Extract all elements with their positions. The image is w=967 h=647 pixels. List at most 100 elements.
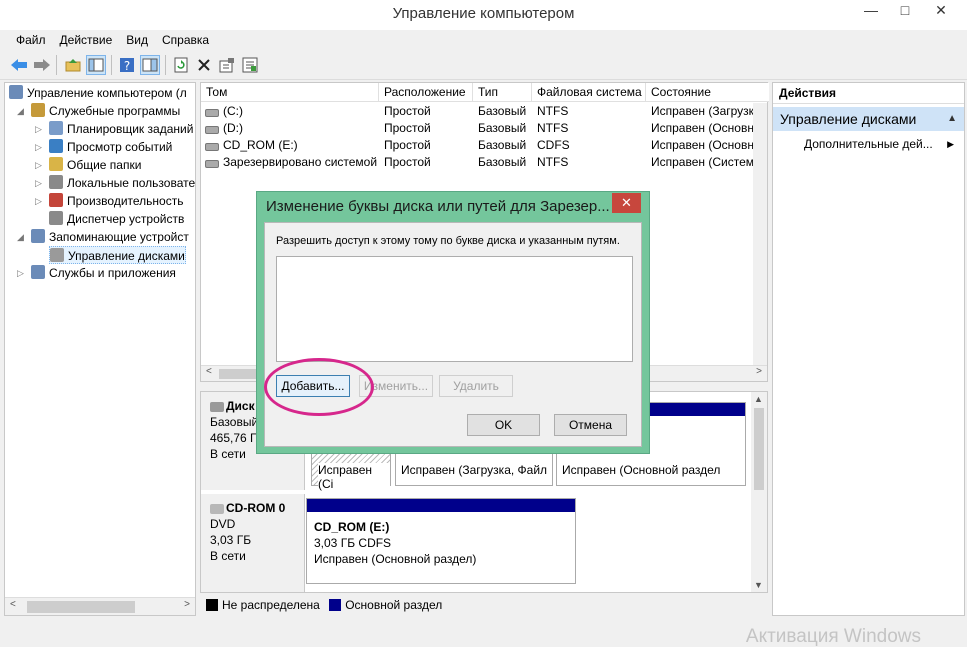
export-icon[interactable]: [240, 55, 260, 75]
tree-item[interactable]: Служебные программы: [31, 102, 180, 120]
column-header-layout[interactable]: Расположение: [379, 83, 473, 102]
properties-icon[interactable]: [217, 55, 237, 75]
close-button[interactable]: ✕: [926, 0, 956, 22]
table-row[interactable]: CD_ROM (E:) Простой Базовый CDFS Исправен (О…: [201, 137, 767, 154]
table-cell: Исправен (Загрузка,: [651, 104, 765, 118]
table-cell: Базовый: [478, 121, 527, 135]
volume-icon: [205, 109, 219, 117]
tree-item[interactable]: Службы и приложения: [31, 264, 176, 282]
tree-item[interactable]: Планировщик заданий: [49, 120, 193, 138]
disk-legend: Не распределена Основной раздел: [200, 595, 768, 615]
column-header-type[interactable]: Тип: [473, 83, 532, 102]
disk-icon: [210, 402, 224, 412]
tree-item-icon: [49, 193, 63, 207]
tree-item-icon: [49, 157, 63, 171]
table-cell: NTFS: [537, 155, 569, 169]
refresh-icon[interactable]: [171, 55, 191, 75]
tree-expander-icon[interactable]: ▷: [35, 174, 42, 192]
table-cell: CDFS: [537, 138, 570, 152]
tree-item-icon: [49, 121, 63, 135]
maximize-button[interactable]: □: [890, 0, 920, 22]
tree-item-icon: [31, 103, 45, 117]
table-cell: NTFS: [537, 121, 569, 135]
column-header-file-system[interactable]: Файловая система: [532, 83, 646, 102]
minimize-button[interactable]: —: [856, 0, 886, 22]
ok-button[interactable]: OK: [467, 414, 540, 436]
cdrom-icon: [210, 504, 224, 514]
menu-bar: Файл Действие Вид Справка: [0, 30, 967, 50]
table-cell: CD_ROM (E:): [205, 137, 379, 154]
computer-management-icon: [9, 85, 23, 99]
tree-horizontal-scrollbar[interactable]: < >: [5, 597, 195, 615]
cdrom-0-label[interactable]: CD-ROM 0 DVD 3,03 ГБ В сети: [201, 494, 305, 592]
forward-arrow-icon[interactable]: [32, 55, 52, 75]
legend-primary: Основной раздел: [345, 598, 443, 612]
table-cell: Исправен (Основной: [651, 138, 768, 152]
dialog-description: Разрешить доступ к этому тому по букве д…: [276, 235, 620, 247]
remove-button[interactable]: Удалить: [439, 375, 513, 397]
properties-view-icon[interactable]: [140, 55, 160, 75]
partition-cdrom-e[interactable]: CD_ROM (E:) 3,03 ГБ CDFS Исправен (Основ…: [306, 498, 576, 584]
dialog-title: Изменение буквы диска или путей для Заре…: [266, 198, 610, 215]
table-cell: Базовый: [478, 138, 527, 152]
tree-expander-icon[interactable]: ▷: [35, 192, 42, 210]
tree-expander-icon[interactable]: ◢: [17, 102, 24, 120]
tree-item-icon: [50, 248, 64, 262]
tree-item[interactable]: Управление дисками: [49, 246, 186, 264]
console-tree: Управление компьютером (л ◢ Служебные про…: [4, 82, 196, 616]
delete-icon[interactable]: [194, 55, 214, 75]
actions-header: Действия: [773, 83, 964, 104]
tree-item-icon: [49, 175, 63, 189]
actions-section-disk-management[interactable]: Управление дисками ▲: [773, 107, 964, 131]
highlight-circle: [264, 358, 374, 416]
dialog-close-button[interactable]: ✕: [612, 193, 641, 213]
table-cell: Простой: [384, 121, 431, 135]
volume-icon: [205, 143, 219, 151]
tree-expander-icon[interactable]: ▷: [17, 264, 24, 282]
tree-expander-icon[interactable]: ◢: [17, 228, 24, 246]
legend-unallocated: Не распределена: [222, 598, 320, 612]
menu-file[interactable]: Файл: [9, 30, 53, 50]
menu-action[interactable]: Действие: [53, 30, 120, 50]
table-cell: Простой: [384, 104, 431, 118]
tree-item[interactable]: Просмотр событий: [49, 138, 172, 156]
menu-help[interactable]: Справка: [155, 30, 216, 50]
column-header-status[interactable]: Состояние: [646, 83, 769, 102]
up-folder-icon[interactable]: [63, 55, 83, 75]
legend-unallocated-swatch: [206, 599, 218, 611]
back-arrow-icon[interactable]: [9, 55, 29, 75]
activation-watermark: Активация Windows: [745, 626, 921, 647]
column-header-volume[interactable]: Том: [201, 83, 379, 102]
tree-expander-icon[interactable]: ▷: [35, 138, 42, 156]
tree-item[interactable]: Запоминающие устройст: [31, 228, 189, 246]
tree-expander-icon[interactable]: ▷: [35, 120, 42, 138]
tree-root[interactable]: Управление компьютером (л: [9, 84, 187, 102]
tree-item-icon: [49, 211, 63, 225]
table-row[interactable]: (C:) Простой Базовый NTFS Исправен (Загрузка…: [201, 103, 767, 120]
legend-primary-swatch: [329, 599, 342, 611]
table-row[interactable]: (D:) Простой Базовый NTFS Исправен (Основной: [201, 120, 767, 137]
table-cell: (C:): [205, 103, 379, 120]
actions-pane: Действия Управление дисками ▲ Дополнител…: [772, 82, 965, 616]
cancel-button[interactable]: Отмена: [554, 414, 627, 436]
graph-vertical-scrollbar[interactable]: ▲ ▼: [751, 392, 767, 592]
help-icon[interactable]: ?: [117, 55, 137, 75]
tree-item[interactable]: Производительность: [49, 192, 183, 210]
actions-more-actions[interactable]: Дополнительные дей... ▶: [804, 135, 964, 153]
collapse-arrow-icon: ▲: [947, 113, 957, 124]
menu-view[interactable]: Вид: [119, 30, 155, 50]
show-hide-tree-icon[interactable]: [86, 55, 106, 75]
table-cell: (D:): [205, 120, 379, 137]
list-vertical-scrollbar[interactable]: [753, 103, 767, 365]
tree-item[interactable]: Локальные пользовате: [49, 174, 195, 192]
tree-item-icon: [31, 229, 45, 243]
submenu-arrow-icon: ▶: [947, 139, 954, 149]
table-cell: Простой: [384, 155, 431, 169]
tree-item[interactable]: Диспетчер устройств: [49, 210, 184, 228]
tree-item[interactable]: Общие папки: [49, 156, 141, 174]
table-cell: Базовый: [478, 104, 527, 118]
table-row[interactable]: Зарезервировано системой Простой Базовый NT…: [201, 154, 767, 171]
volume-icon: [205, 160, 219, 168]
drive-path-list[interactable]: [276, 256, 633, 362]
tree-expander-icon[interactable]: ▷: [35, 156, 42, 174]
